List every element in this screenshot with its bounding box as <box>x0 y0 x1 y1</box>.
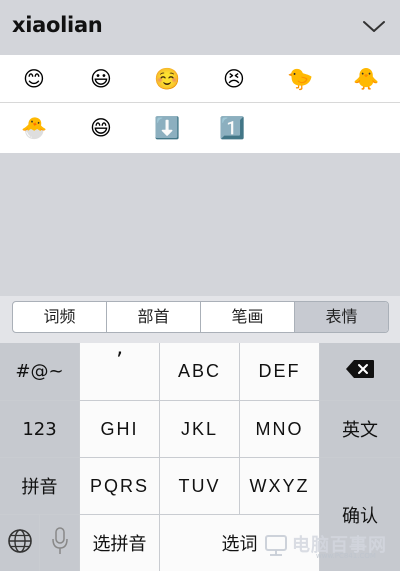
emoji-hatching-chick[interactable]: 🐣 <box>21 115 47 141</box>
microphone-icon <box>51 526 69 560</box>
pinyin-query: xiaolian <box>12 13 103 37</box>
key-def[interactable]: DEF <box>240 343 320 401</box>
candidate-empty-area <box>0 153 400 296</box>
delete-key[interactable] <box>320 343 400 401</box>
key-jkl[interactable]: JKL <box>160 401 240 458</box>
numbers-key[interactable]: 123 <box>0 401 80 458</box>
select-pinyin-key[interactable]: 选拼音 <box>80 515 160 571</box>
emoji-row: 😊 😃 ☺️ 😣 🐤 🐥 <box>0 55 400 103</box>
emoji-row: 🐣 😄 ⬇️ 1️⃣ <box>0 104 400 152</box>
emoji-candidate-panel: 😊 😃 ☺️ 😣 🐤 🐥 🐣 😄 ⬇️ 1️⃣ <box>0 55 400 153</box>
key-wxyz[interactable]: WXYZ <box>240 458 320 515</box>
select-word-key[interactable]: 选词 <box>160 515 320 571</box>
backspace-icon <box>345 359 375 384</box>
key-tuv[interactable]: TUV <box>160 458 240 515</box>
english-switch-key[interactable]: 英文 <box>320 401 400 458</box>
tab-stroke[interactable]: 笔画 <box>201 302 295 332</box>
confirm-key[interactable]: 确认 <box>320 458 400 571</box>
key-pqrs[interactable]: PQRS <box>80 458 160 515</box>
sort-mode-segmented-control: 词频 部首 笔画 表情 <box>12 301 389 333</box>
globe-key[interactable] <box>0 515 40 571</box>
tab-word-frequency[interactable]: 词频 <box>13 302 107 332</box>
nine-key-keyboard: #@~ ’ ABC DEF 123 GHI JKL MNO 英文 拼音 PQRS… <box>0 343 400 571</box>
emoji-front-chick[interactable]: 🐥 <box>353 66 379 92</box>
pinyin-switch-key[interactable]: 拼音 <box>0 458 80 515</box>
dictation-key[interactable] <box>40 515 80 571</box>
emoji-persevere[interactable]: 😣 <box>221 66 247 92</box>
sort-mode-bar: 词频 部首 笔画 表情 <box>0 296 400 343</box>
symbols-key[interactable]: #@~ <box>0 343 80 401</box>
tab-radical[interactable]: 部首 <box>107 302 201 332</box>
emoji-keycap-one[interactable]: 1️⃣ <box>219 115 245 141</box>
tab-emoji[interactable]: 表情 <box>295 302 388 332</box>
key-mno[interactable]: MNO <box>240 401 320 458</box>
emoji-grin[interactable]: 😃 <box>88 66 114 92</box>
apostrophe-key[interactable]: ’ <box>80 343 160 401</box>
emoji-relaxed[interactable]: ☺️ <box>154 66 180 92</box>
emoji-smile[interactable]: 😊 <box>21 66 47 92</box>
chevron-down-icon[interactable] <box>362 16 386 36</box>
candidate-header: xiaolian <box>0 0 400 55</box>
globe-icon <box>7 528 33 559</box>
emoji-down-arrow[interactable]: ⬇️ <box>154 115 180 141</box>
key-ghi[interactable]: GHI <box>80 401 160 458</box>
emoji-chick[interactable]: 🐤 <box>287 66 313 92</box>
emoji-smile-open[interactable]: 😄 <box>88 115 114 141</box>
key-abc[interactable]: ABC <box>160 343 240 401</box>
